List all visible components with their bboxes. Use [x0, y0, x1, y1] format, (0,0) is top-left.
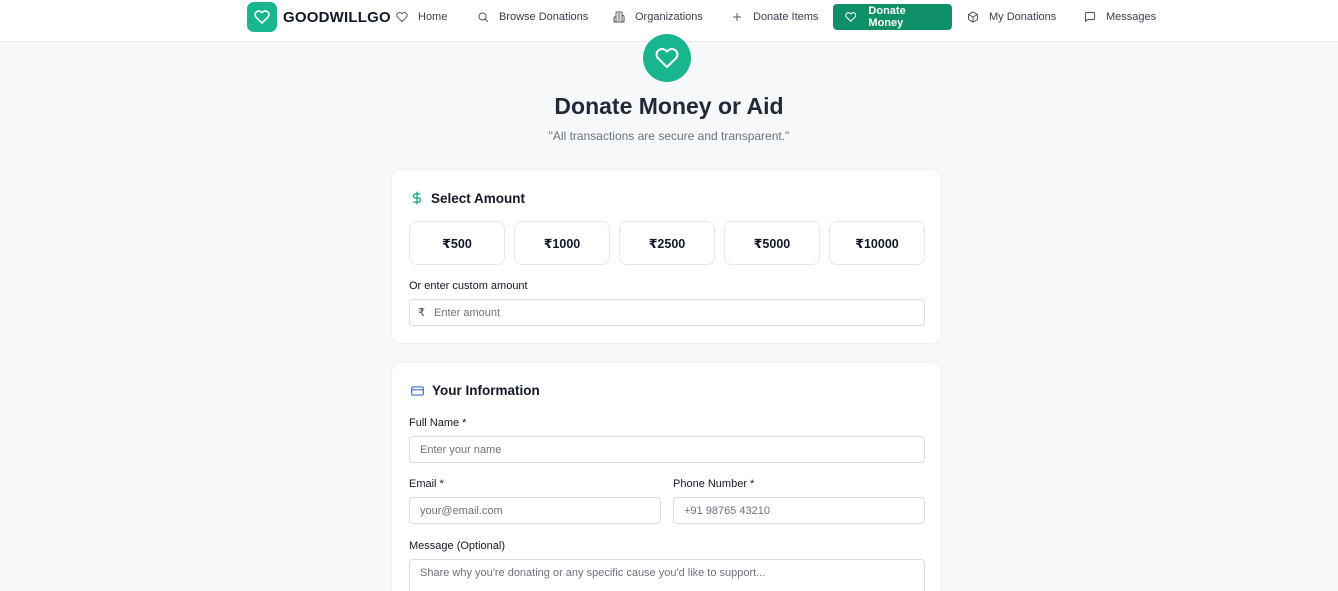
custom-amount-input[interactable]: ₹ Enter amount: [409, 299, 925, 326]
nav-item-donate-money[interactable]: Donate Money: [833, 4, 952, 30]
amount-option-2500[interactable]: ₹2500: [619, 221, 715, 265]
nav-item-browse-donations[interactable]: Browse Donations: [477, 4, 599, 30]
credit-card-icon: [411, 385, 424, 396]
amount-option-5000[interactable]: ₹5000: [724, 221, 820, 265]
rupee-icon: ₹: [418, 307, 425, 319]
plus-icon: [733, 13, 741, 21]
heart-icon: [845, 12, 857, 22]
phone-placeholder: +91 98765 43210: [684, 504, 770, 517]
page-subtitle: "All transactions are secure and transpa…: [548, 129, 790, 143]
email-label: Email *: [409, 478, 444, 490]
search-icon: [478, 12, 488, 22]
message-placeholder: Share why you're donating or any specifi…: [420, 567, 766, 579]
custom-amount-placeholder: Enter amount: [434, 306, 501, 319]
brand[interactable]: GOODWILLGO: [247, 2, 391, 32]
select-amount-card: Select Amount ₹500 ₹1000 ₹2500 ₹5000 ₹10…: [391, 169, 942, 344]
amount-option-1000[interactable]: ₹1000: [514, 221, 610, 265]
building-icon: [613, 11, 625, 23]
nav-item-home[interactable]: Home: [396, 4, 458, 30]
full-name-placeholder: Enter your name: [420, 443, 502, 456]
nav-item-label: My Donations: [989, 11, 1057, 23]
your-information-card: Your Information Full Name * Enter your …: [391, 362, 942, 591]
page-title: Donate Money or Aid: [554, 93, 784, 119]
phone-input[interactable]: +91 98765 43210: [673, 497, 925, 524]
full-name-input[interactable]: Enter your name: [409, 436, 925, 463]
nav-item-label: Messages: [1106, 11, 1157, 23]
email-placeholder: your@email.com: [420, 504, 503, 517]
heart-icon: [396, 11, 408, 22]
brand-name: GOODWILLGO: [283, 8, 391, 26]
nav-item-label: Home: [418, 11, 448, 23]
nav-item-label: Organizations: [635, 11, 703, 23]
nav-item-messages[interactable]: Messages: [1084, 4, 1167, 30]
section-title: Select Amount: [431, 190, 526, 206]
nav-item-label: Donate Items: [753, 11, 819, 23]
heart-icon: [247, 2, 277, 32]
amount-option-500[interactable]: ₹500: [409, 221, 505, 265]
message-icon: [1085, 12, 1095, 22]
nav-item-label: Donate Money: [868, 5, 906, 29]
full-name-label: Full Name *: [409, 417, 467, 429]
nav-item-donate-items[interactable]: Donate Items: [731, 4, 829, 30]
section-title: Your Information: [432, 383, 540, 398]
nav-item-organizations[interactable]: Organizations: [613, 4, 714, 30]
nav-item-label: Browse Donations: [499, 11, 589, 23]
email-input[interactable]: your@email.com: [409, 497, 661, 524]
heart-icon: [643, 34, 691, 82]
custom-amount-label: Or enter custom amount: [409, 280, 528, 292]
box-icon: [968, 11, 978, 23]
phone-label: Phone Number *: [673, 478, 755, 490]
message-label: Message (Optional): [409, 540, 505, 552]
your-information-heading: Your Information: [410, 383, 540, 398]
message-textarea[interactable]: Share why you're donating or any specifi…: [409, 559, 925, 591]
amount-option-10000[interactable]: ₹10000: [829, 221, 925, 265]
dollar-icon: [412, 191, 422, 205]
nav-item-my-donations[interactable]: My Donations: [967, 4, 1067, 30]
select-amount-heading: Select Amount: [410, 190, 525, 206]
